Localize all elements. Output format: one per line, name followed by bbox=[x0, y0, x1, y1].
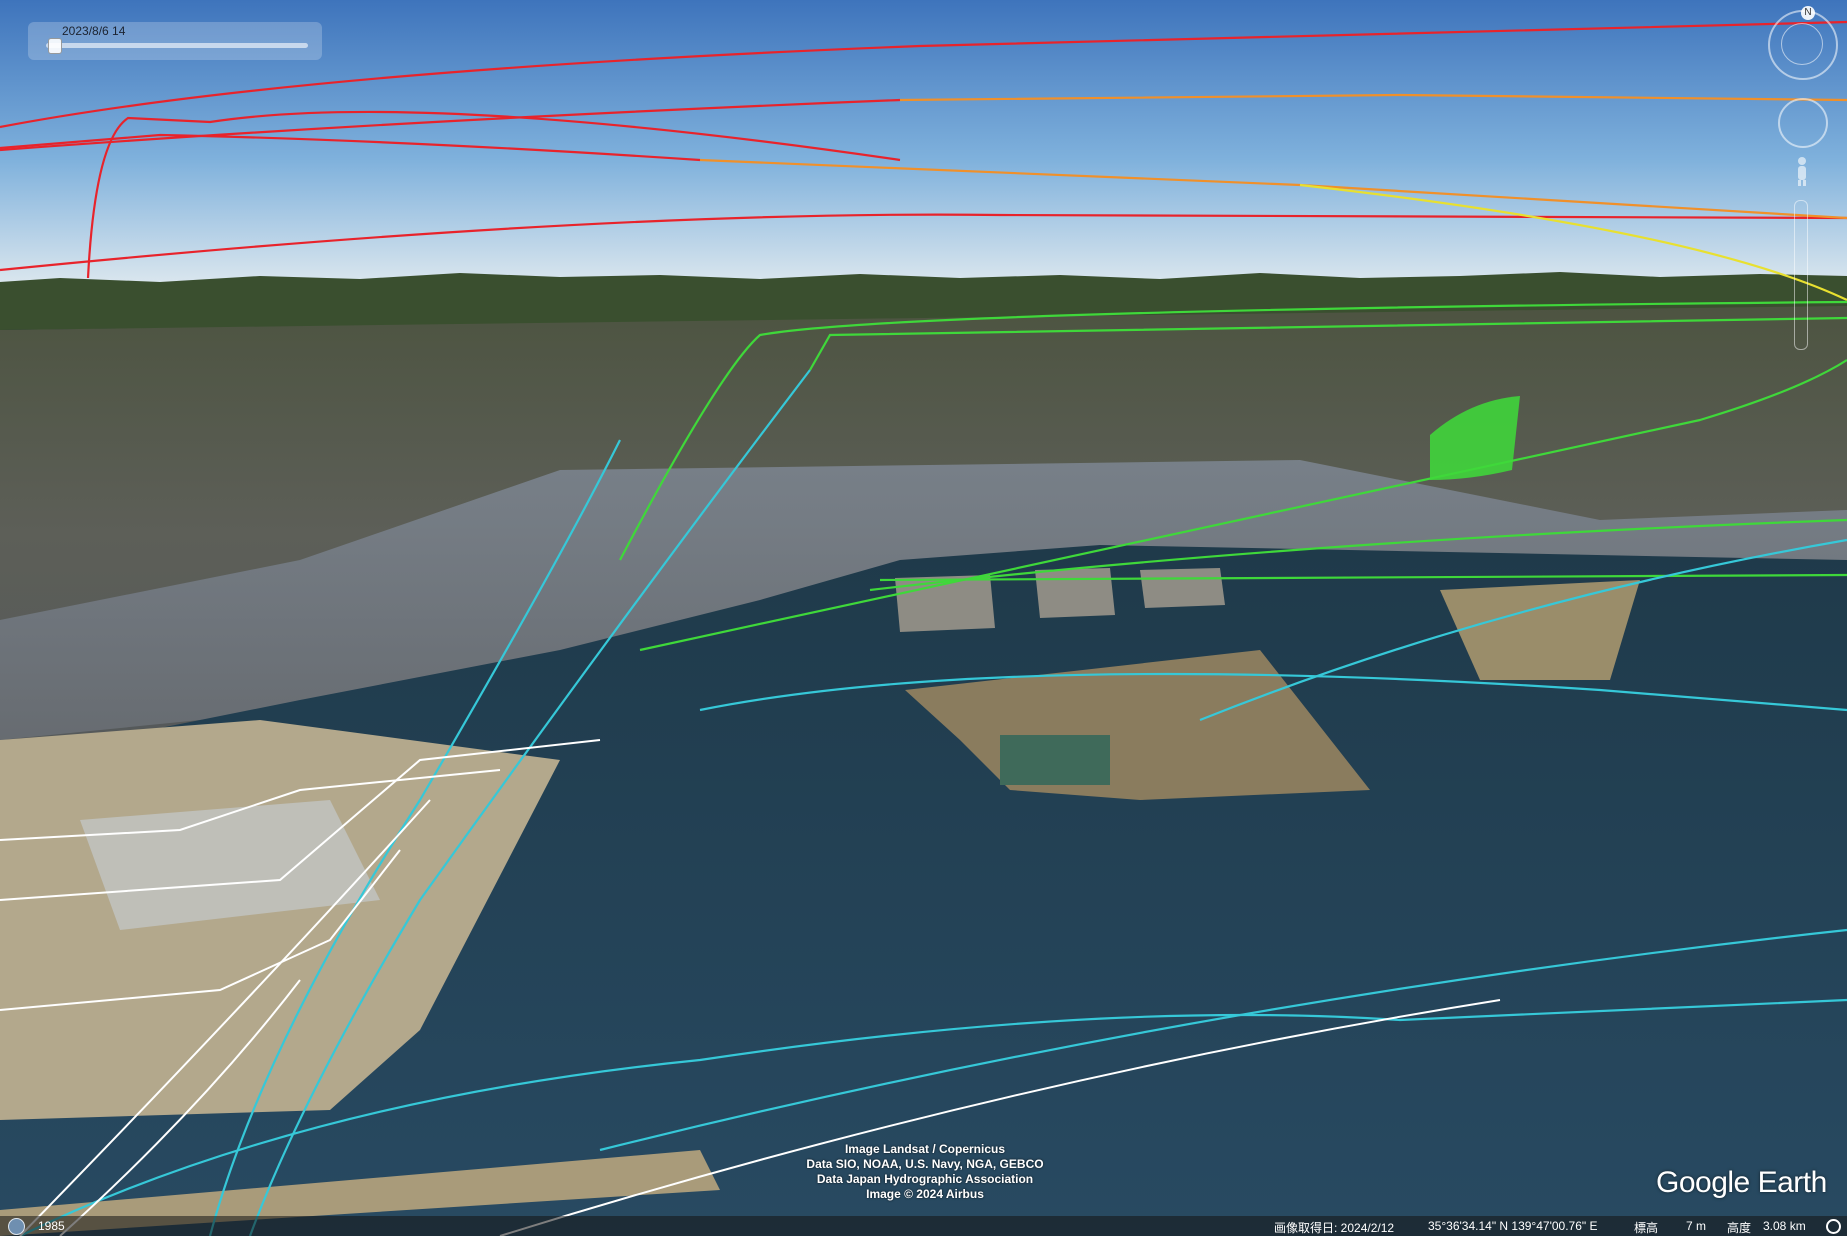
time-slider-thumb[interactable] bbox=[47, 38, 62, 54]
streaming-progress-icon bbox=[1826, 1219, 1841, 1234]
island-pond bbox=[1000, 735, 1110, 785]
imagery-attribution: Image Landsat / Copernicus Data SIO, NOA… bbox=[760, 1142, 1090, 1202]
google-earth-logo: Google Earth bbox=[1656, 1166, 1827, 1199]
port-pier-3 bbox=[1140, 568, 1225, 608]
status-bar: 1985 画像取得日: 2024/2/12 35°36'34.14" N 139… bbox=[0, 1216, 1847, 1236]
attribution-line: Image © 2024 Airbus bbox=[866, 1187, 984, 1201]
street-view-person-icon[interactable] bbox=[1795, 156, 1809, 186]
attribution-line: Image Landsat / Copernicus bbox=[844, 1142, 1006, 1156]
port-pier-2 bbox=[1035, 568, 1115, 618]
attribution-line: Data SIO, NOAA, U.S. Navy, NGA, GEBCO bbox=[806, 1157, 1044, 1171]
time-slider-track[interactable] bbox=[46, 43, 308, 48]
compass-inner-ring[interactable] bbox=[1781, 23, 1823, 65]
eye-altitude-value: 3.08 km bbox=[1763, 1219, 1806, 1233]
elevation-label: 標高 bbox=[1634, 1221, 1659, 1235]
time-slider-panel: 2023/8/6 14 bbox=[28, 22, 322, 60]
earth-3d-view[interactable] bbox=[0, 0, 1847, 1236]
elevation-value: 7 m bbox=[1686, 1219, 1707, 1233]
attribution-line: Data Japan Hydrographic Association bbox=[816, 1172, 1034, 1186]
cursor-coordinates: 35°36'34.14" N 139°47'00.76" E bbox=[1428, 1219, 1598, 1233]
historical-year-label: 1985 bbox=[38, 1219, 65, 1233]
north-arrow-icon[interactable]: N bbox=[1801, 6, 1815, 20]
historical-imagery-icon[interactable] bbox=[8, 1218, 25, 1235]
eye-altitude-label: 高度 bbox=[1727, 1221, 1752, 1235]
imagery-date: 画像取得日: 2024/2/12 bbox=[1274, 1221, 1395, 1235]
look-joystick-icon[interactable] bbox=[1778, 98, 1828, 148]
zoom-slider[interactable] bbox=[1794, 200, 1808, 350]
time-slider-label: 2023/8/6 14 bbox=[62, 24, 126, 38]
